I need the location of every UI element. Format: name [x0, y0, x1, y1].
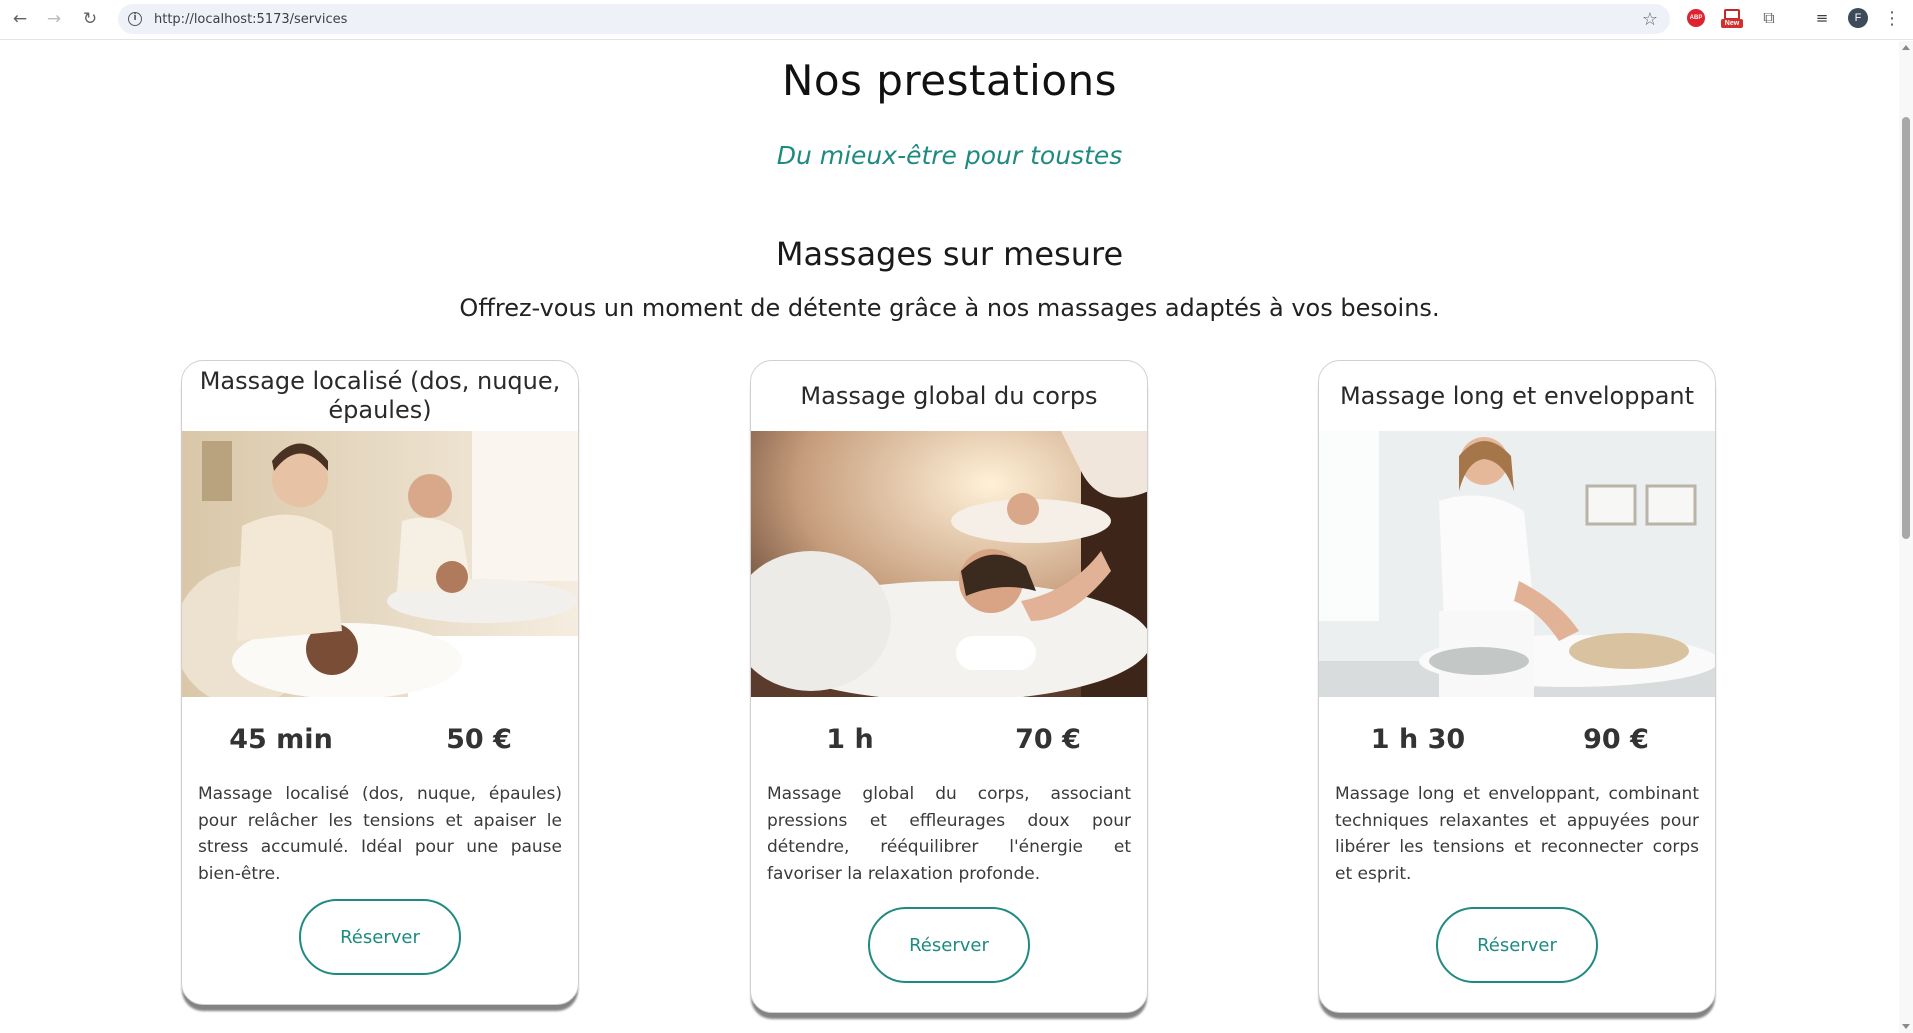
- massage-photo-localise: [182, 431, 578, 697]
- duration-label: 1 h: [826, 723, 874, 755]
- card-title: Massage long et enveloppant: [1339, 381, 1695, 410]
- duration-label: 45 min: [229, 723, 333, 755]
- media-controls-icon[interactable]: ≡: [1812, 8, 1832, 28]
- adblock-label: ABP: [1687, 9, 1705, 27]
- adblock-extension-icon[interactable]: ABP: [1686, 8, 1706, 28]
- site-info-icon[interactable]: i: [128, 12, 142, 26]
- service-card-global: Massage global du corps 1 h 70 € Massage…: [750, 360, 1148, 1013]
- card-title: Massage global du corps: [800, 381, 1098, 410]
- price-label: 90 €: [1583, 723, 1649, 755]
- reload-icon[interactable]: ↻: [78, 7, 102, 31]
- scroll-thumb[interactable]: [1902, 117, 1910, 539]
- reserve-button[interactable]: Réserver: [1436, 907, 1598, 983]
- new-extension-icon[interactable]: New: [1721, 8, 1743, 28]
- reserve-button[interactable]: Réserver: [868, 907, 1030, 983]
- profile-avatar[interactable]: F: [1848, 8, 1868, 28]
- scroll-up-arrow-icon[interactable]: [1902, 45, 1910, 50]
- service-card-long: Massage long et enveloppant 1 h 30 90 €: [1318, 360, 1716, 1013]
- duration-label: 1 h 30: [1370, 723, 1466, 755]
- price-label: 50 €: [446, 723, 512, 755]
- browser-menu-icon[interactable]: ⋮: [1882, 8, 1902, 29]
- avatar-letter: F: [1848, 8, 1868, 28]
- forward-arrow-icon[interactable]: →: [42, 7, 66, 31]
- massage-photo-global: [751, 431, 1147, 697]
- card-description: Massage localisé (dos, nuque, épaules) p…: [198, 784, 562, 884]
- back-arrow-icon[interactable]: ←: [8, 7, 32, 31]
- extensions-puzzle-icon[interactable]: ⧉: [1759, 8, 1779, 28]
- section-description: Offrez-vous un moment de détente grâce à…: [459, 294, 1440, 322]
- scroll-down-arrow-icon[interactable]: [1902, 1024, 1910, 1029]
- new-badge-label: New: [1721, 19, 1743, 28]
- card-title: Massage localisé (dos, nuque, épaules): [199, 367, 561, 424]
- address-bar[interactable]: i http://localhost:5173/services ☆: [118, 4, 1670, 34]
- service-card-localise: Massage localisé (dos, nuque, épaules) 4…: [181, 360, 579, 1005]
- url-text[interactable]: http://localhost:5173/services: [154, 12, 347, 27]
- browser-toolbar: ← → ↻ i http://localhost:5173/services ☆…: [0, 0, 1913, 40]
- card-description: Massage global du corps, associant press…: [767, 784, 1131, 884]
- price-label: 70 €: [1015, 723, 1081, 755]
- page-subtitle: Du mieux-être pour toustes: [776, 141, 1123, 170]
- massage-photo-long: [1319, 431, 1715, 697]
- services-page: Nos prestations Du mieux-être pour toust…: [0, 41, 1899, 1033]
- bookmark-star-icon[interactable]: ☆: [1642, 9, 1658, 30]
- page-title: Nos prestations: [781, 56, 1118, 105]
- card-description: Massage long et enveloppant, combinant t…: [1335, 784, 1699, 884]
- reserve-button[interactable]: Réserver: [299, 899, 461, 975]
- section-title: Massages sur mesure: [775, 235, 1124, 273]
- page-scrollbar[interactable]: [1899, 41, 1913, 1033]
